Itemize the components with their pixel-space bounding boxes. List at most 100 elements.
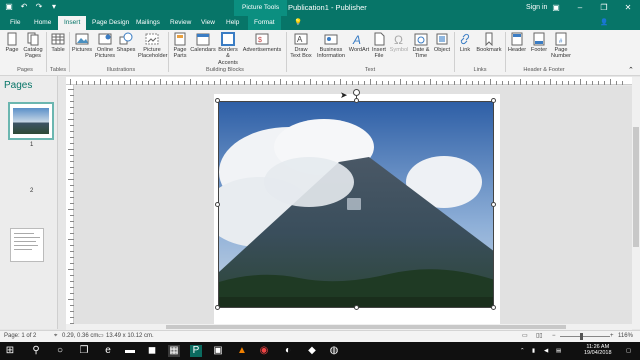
resize-handle-bottom[interactable] bbox=[354, 305, 359, 310]
resize-handle-bottom-right[interactable] bbox=[491, 305, 496, 310]
ruler-tick bbox=[340, 79, 341, 85]
tab-file[interactable]: File bbox=[4, 16, 26, 30]
tab-format[interactable]: Format bbox=[248, 16, 281, 30]
tab-page-design[interactable]: Page Design bbox=[86, 16, 135, 30]
advertisements-button[interactable]: $ Advertisements bbox=[240, 32, 284, 53]
chrome-icon[interactable]: ◉ bbox=[258, 345, 270, 357]
network-icon[interactable]: ▮ bbox=[532, 348, 535, 354]
object-button[interactable]: Object bbox=[432, 32, 452, 53]
zoom-slider[interactable] bbox=[560, 336, 610, 337]
ruler-tick bbox=[190, 79, 191, 85]
close-button[interactable]: ✕ bbox=[616, 0, 640, 16]
pictures-button[interactable]: Pictures bbox=[70, 32, 94, 53]
online-pictures-button[interactable]: Online Pictures bbox=[94, 32, 116, 60]
ribbon-insert: Page Catalog Pages Pages Table Tables Pi… bbox=[0, 30, 640, 76]
store-icon[interactable]: ◼ bbox=[146, 345, 158, 357]
object-position-status: 0.29, 0.36 cm. bbox=[62, 333, 101, 339]
customize-qat-icon[interactable]: ▾ bbox=[49, 2, 59, 11]
resize-handle-top[interactable] bbox=[354, 98, 359, 103]
picture-placeholder-button[interactable]: Picture Placeholder bbox=[138, 32, 168, 60]
cursor-position-icon: ⌖ bbox=[54, 333, 58, 339]
horizontal-ruler[interactable] bbox=[66, 77, 632, 85]
header-button[interactable]: Header bbox=[506, 32, 528, 53]
minimize-button[interactable]: – bbox=[568, 0, 592, 16]
tab-insert[interactable]: Insert bbox=[58, 16, 87, 30]
input-language-icon[interactable]: ▤ bbox=[556, 348, 561, 354]
link-button[interactable]: Link bbox=[456, 32, 474, 53]
insert-file-button[interactable]: Insert File bbox=[370, 32, 388, 60]
ruler-tick bbox=[586, 81, 587, 85]
resize-handle-top-right[interactable] bbox=[491, 98, 496, 103]
taskbar-app-icon[interactable]: ▦ bbox=[168, 345, 180, 357]
tray-up-icon[interactable]: ⌃ bbox=[520, 348, 525, 354]
scrollbar-thumb[interactable] bbox=[166, 325, 566, 329]
rotate-handle[interactable] bbox=[353, 89, 360, 96]
vlc-icon[interactable]: ▲ bbox=[236, 345, 248, 357]
search-icon[interactable]: ⚲ bbox=[30, 345, 42, 357]
photos-icon[interactable]: ▣ bbox=[212, 345, 224, 357]
scrollbar-thumb[interactable] bbox=[633, 127, 639, 247]
ruler-tick bbox=[82, 81, 83, 85]
vertical-scrollbar[interactable] bbox=[632, 77, 640, 329]
collapse-ribbon-icon[interactable]: ⌃ bbox=[628, 66, 634, 74]
page-button[interactable]: Page bbox=[2, 32, 22, 53]
tab-help[interactable]: Help bbox=[220, 16, 245, 30]
borders-accents-button[interactable]: Borders & Accents bbox=[216, 32, 240, 66]
selected-picture[interactable] bbox=[218, 101, 494, 308]
save-icon[interactable]: ▣ bbox=[4, 2, 14, 11]
tab-mailings[interactable]: Mailings bbox=[130, 16, 166, 30]
taskbar-app-icon[interactable]: ◍ bbox=[328, 345, 340, 357]
tell-me-lightbulb-icon[interactable]: 💡 bbox=[294, 16, 302, 30]
ribbon-display-options-icon[interactable]: ▣ bbox=[544, 0, 568, 16]
vertical-ruler[interactable] bbox=[66, 85, 74, 329]
online-pictures-icon bbox=[98, 33, 112, 45]
date-time-button[interactable]: Date & Time bbox=[410, 32, 432, 60]
publisher-app-icon[interactable]: P bbox=[190, 345, 202, 357]
resize-handle-top-left[interactable] bbox=[215, 98, 220, 103]
restore-button[interactable]: ❐ bbox=[592, 0, 616, 16]
taskbar-app-icon[interactable]: ◆ bbox=[306, 345, 318, 357]
picture-placeholder-icon bbox=[145, 33, 159, 45]
table-button[interactable]: Table bbox=[48, 32, 68, 53]
taskbar-app-icon[interactable]: ◐ bbox=[282, 345, 294, 357]
resize-handle-bottom-left[interactable] bbox=[215, 305, 220, 310]
resize-handle-left[interactable] bbox=[215, 202, 220, 207]
group-label-tables: Tables bbox=[49, 67, 67, 73]
symbol-button[interactable]: Ω Symbol bbox=[388, 32, 410, 53]
page-parts-button[interactable]: Page Parts bbox=[170, 32, 190, 60]
business-information-button[interactable]: Business Information bbox=[314, 32, 348, 60]
page-count-status[interactable]: Page: 1 of 2 bbox=[4, 331, 36, 342]
redo-icon[interactable]: ↷ bbox=[34, 2, 44, 11]
notifications-icon[interactable]: ▢ bbox=[626, 348, 631, 354]
tab-view[interactable]: View bbox=[195, 16, 221, 30]
zoom-level[interactable]: 116% bbox=[618, 331, 633, 342]
two-page-view-icon[interactable]: ▯▯ bbox=[536, 331, 543, 342]
footer-button[interactable]: Footer bbox=[528, 32, 550, 53]
zoom-in-icon[interactable]: + bbox=[610, 331, 614, 342]
shapes-button[interactable]: Shapes bbox=[116, 32, 136, 53]
cortana-icon[interactable]: ○ bbox=[54, 345, 66, 357]
volume-icon[interactable]: ◀ bbox=[544, 348, 548, 354]
share-icon[interactable]: 👤 bbox=[600, 16, 608, 30]
file-explorer-icon[interactable]: ▬ bbox=[124, 345, 136, 357]
page-thumbnail-1[interactable] bbox=[8, 102, 54, 140]
resize-handle-right[interactable] bbox=[491, 202, 496, 207]
single-page-view-icon[interactable]: ▭ bbox=[522, 331, 528, 342]
calendars-button[interactable]: Calendars bbox=[190, 32, 216, 53]
ruler-tick bbox=[226, 81, 227, 85]
zoom-slider-thumb[interactable] bbox=[580, 333, 583, 340]
tab-review[interactable]: Review bbox=[164, 16, 197, 30]
edge-icon[interactable]: e bbox=[102, 345, 114, 357]
bookmark-button[interactable]: Bookmark bbox=[474, 32, 504, 53]
wordart-button[interactable]: A WordArt bbox=[348, 32, 370, 53]
tab-home[interactable]: Home bbox=[28, 16, 57, 30]
draw-text-box-button[interactable]: A Draw Text Box bbox=[288, 32, 314, 60]
catalog-pages-button[interactable]: Catalog Pages bbox=[22, 32, 44, 60]
page-number-button[interactable]: # Page Number bbox=[548, 32, 574, 60]
task-view-icon[interactable]: ❐ bbox=[78, 345, 90, 357]
zoom-out-icon[interactable]: − bbox=[552, 331, 556, 342]
clock[interactable]: 11:26 AM 19/04/2018 bbox=[584, 344, 612, 356]
page-thumbnail-2[interactable] bbox=[10, 228, 44, 262]
undo-icon[interactable]: ↶ bbox=[19, 2, 29, 11]
windows-start-icon[interactable]: ⊞ bbox=[4, 345, 16, 357]
